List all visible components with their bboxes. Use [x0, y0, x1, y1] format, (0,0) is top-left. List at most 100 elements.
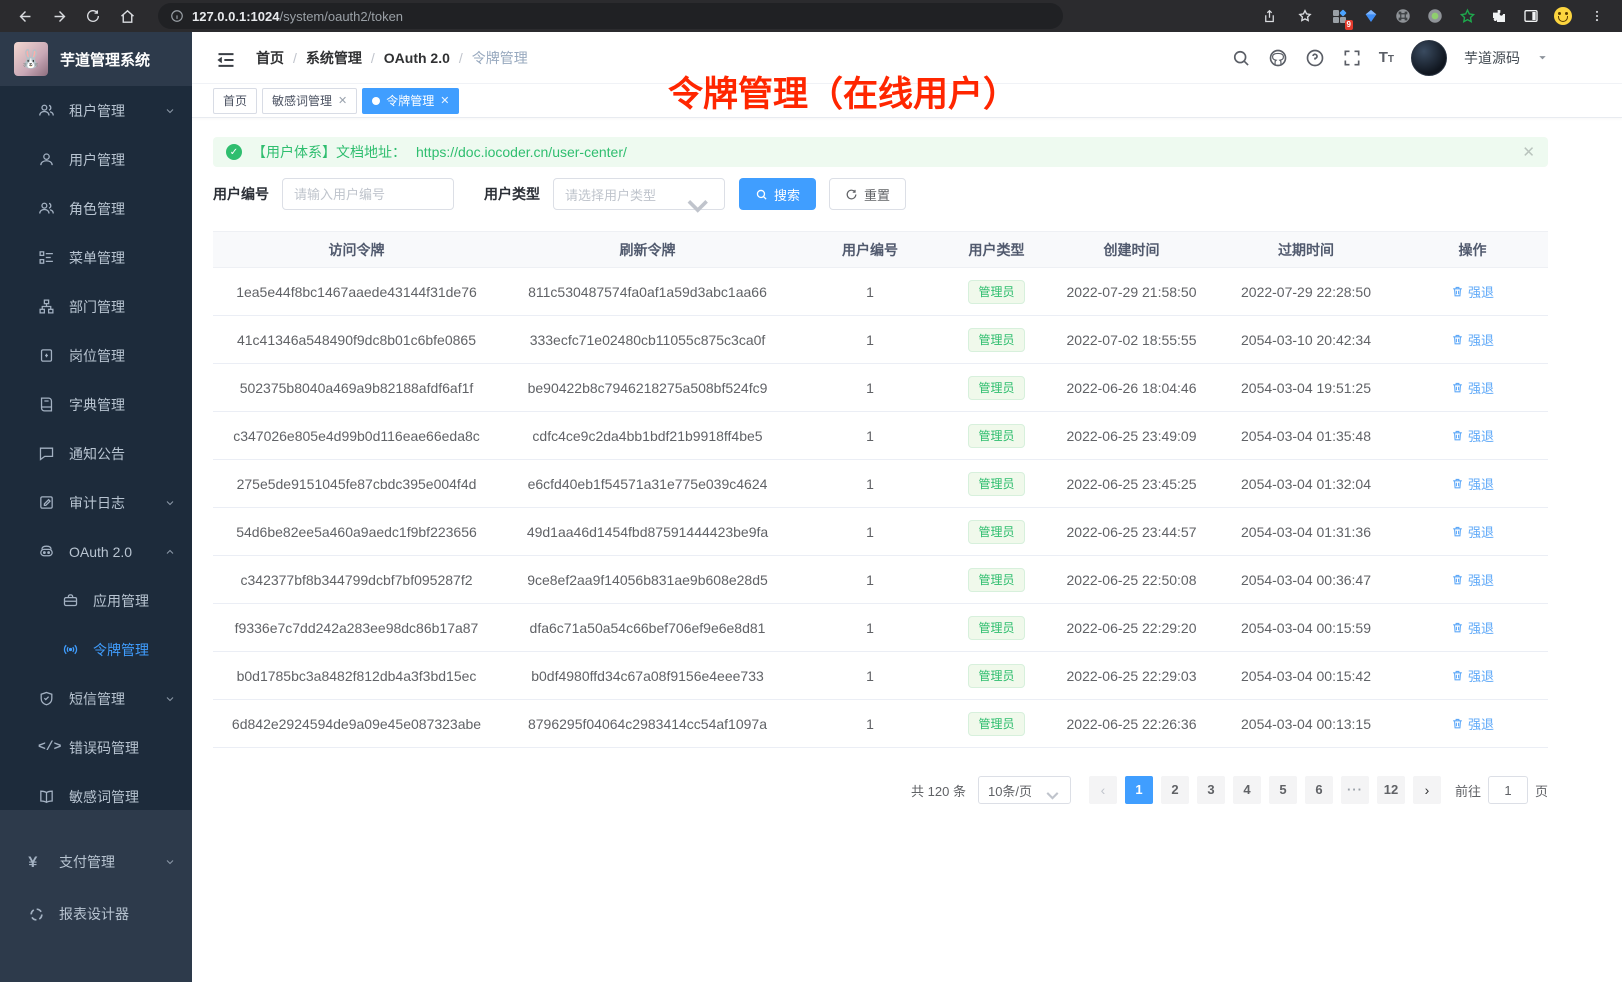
force-logout-button[interactable]: 强退 — [1451, 666, 1494, 685]
user-type-select[interactable]: 请选择用户类型 — [553, 178, 725, 210]
next-page-button[interactable]: › — [1413, 776, 1441, 804]
shield-icon — [38, 690, 55, 707]
access-token-cell: 502375b8040a469a9b82188afdf6af1f — [213, 380, 500, 396]
page-button-3[interactable]: 3 — [1197, 776, 1225, 804]
back-icon[interactable] — [10, 3, 40, 29]
page-button-2[interactable]: 2 — [1161, 776, 1189, 804]
help-icon[interactable] — [1305, 48, 1325, 68]
force-logout-button[interactable]: 强退 — [1451, 618, 1494, 637]
sidebar-item-label: 敏感词管理 — [69, 787, 176, 807]
tag-sensitive[interactable]: 敏感词管理 ✕ — [262, 88, 357, 114]
sidebar-item-menu[interactable]: 菜单管理 — [0, 233, 192, 282]
force-logout-button[interactable]: 强退 — [1451, 426, 1494, 445]
caret-down-icon[interactable] — [1537, 52, 1548, 63]
sidebar-item-errcode[interactable]: </> 错误码管理 — [0, 723, 192, 772]
sidebar-item-post[interactable]: 岗位管理 — [0, 331, 192, 380]
page-button-6[interactable]: 6 — [1305, 776, 1333, 804]
home-icon[interactable] — [112, 3, 142, 29]
page-button-1[interactable]: 1 — [1125, 776, 1153, 804]
annotation-title: 令牌管理（在线用户） — [668, 66, 1018, 117]
command-extension-icon[interactable] — [1390, 3, 1416, 29]
sidebar-item-sms[interactable]: 短信管理 — [0, 674, 192, 723]
menu-fold-icon[interactable] — [216, 50, 236, 66]
sidebar-item-dict[interactable]: 字典管理 — [0, 380, 192, 429]
force-logout-button[interactable]: 强退 — [1451, 570, 1494, 589]
sidebar-item-label: 短信管理 — [69, 689, 150, 709]
address-bar[interactable]: 127.0.0.1:1024/system/oauth2/token — [158, 3, 1063, 29]
sidebar-toggle-icon[interactable] — [1518, 3, 1544, 29]
sidebar-item-oauth[interactable]: OAuth 2.0 — [0, 527, 192, 576]
oauth-icon — [38, 543, 55, 560]
sidebar-item-notice[interactable]: 通知公告 — [0, 429, 192, 478]
expires-cell: 2054-03-04 00:36:47 — [1215, 572, 1397, 588]
gem-extension-icon[interactable] — [1358, 3, 1384, 29]
user-id-cell: 1 — [795, 572, 945, 588]
user-id-input[interactable] — [282, 178, 454, 210]
search-icon[interactable] — [1231, 48, 1251, 68]
expires-cell: 2054-03-04 01:35:48 — [1215, 428, 1397, 444]
username[interactable]: 芋道源码 — [1464, 48, 1520, 68]
fullscreen-icon[interactable] — [1342, 48, 1362, 68]
force-logout-button[interactable]: 强退 — [1451, 474, 1494, 493]
page-ellipsis[interactable]: ··· — [1341, 776, 1369, 804]
bookmark-star-icon[interactable] — [1290, 3, 1320, 29]
force-logout-button[interactable]: 强退 — [1451, 378, 1494, 397]
page-size-select[interactable]: 10条/页 — [978, 776, 1071, 804]
forward-icon[interactable] — [44, 3, 74, 29]
font-size-icon[interactable]: TT — [1379, 49, 1394, 66]
close-icon[interactable]: ✕ — [440, 94, 449, 107]
goto-page-input[interactable] — [1488, 776, 1528, 804]
sidebar-item-label: 报表设计器 — [59, 904, 176, 924]
extensions-grid-icon[interactable]: 9 — [1326, 3, 1352, 29]
table-row: 41c41346a548490f9dc8b01c6bfe0865 333ecfc… — [213, 316, 1548, 364]
browser-menu-icon[interactable] — [1582, 3, 1612, 29]
recorder-extension-icon[interactable] — [1422, 3, 1448, 29]
sidebar-item-pay[interactable]: ¥ 支付管理 — [0, 836, 192, 888]
reset-button[interactable]: 重置 — [829, 178, 906, 210]
search-button[interactable]: 搜索 — [739, 178, 816, 210]
sidebar-item-tenant[interactable]: 租户管理 — [0, 86, 192, 135]
page-button-12[interactable]: 12 — [1377, 776, 1405, 804]
breadcrumb: 首页 / 系统管理 / OAuth 2.0 / 令牌管理 — [256, 48, 528, 68]
force-logout-button[interactable]: 强退 — [1451, 282, 1494, 301]
breadcrumb-oauth[interactable]: OAuth 2.0 — [384, 50, 450, 66]
github-icon[interactable] — [1268, 48, 1288, 68]
page-button-4[interactable]: 4 — [1233, 776, 1261, 804]
close-icon[interactable]: ✕ — [338, 94, 347, 107]
reload-icon[interactable] — [78, 3, 108, 29]
user-type-badge: 管理员 — [968, 328, 1024, 352]
col-access-token: 访问令牌 — [213, 240, 500, 260]
force-logout-button[interactable]: 强退 — [1451, 714, 1494, 733]
emoji-extension-icon[interactable] — [1550, 3, 1576, 29]
green-star-extension-icon[interactable] — [1454, 3, 1480, 29]
page-button-5[interactable]: 5 — [1269, 776, 1297, 804]
sidebar-item-audit[interactable]: 审计日志 — [0, 478, 192, 527]
force-logout-button[interactable]: 强退 — [1451, 330, 1494, 349]
access-token-cell: 6d842e2924594de9a09e45e087323abe — [213, 716, 500, 732]
user-id-cell: 1 — [795, 524, 945, 540]
force-logout-label: 强退 — [1468, 330, 1494, 349]
force-logout-button[interactable]: 强退 — [1451, 522, 1494, 541]
force-logout-label: 强退 — [1468, 282, 1494, 301]
sidebar-item-user[interactable]: 用户管理 — [0, 135, 192, 184]
doc-link[interactable]: https://doc.iocoder.cn/user-center/ — [416, 144, 627, 160]
share-icon[interactable] — [1254, 3, 1284, 29]
app-logo[interactable]: 🐰 芋道管理系统 — [0, 32, 192, 86]
sidebar-item-dept[interactable]: 部门管理 — [0, 282, 192, 331]
sidebar-item-oauth-app[interactable]: 应用管理 — [0, 576, 192, 625]
breadcrumb-system[interactable]: 系统管理 — [306, 48, 362, 68]
alert-close-icon[interactable]: ✕ — [1522, 143, 1535, 161]
dict-icon — [38, 396, 55, 413]
breadcrumb-home[interactable]: 首页 — [256, 48, 284, 68]
tag-token-active[interactable]: 令牌管理 ✕ — [362, 88, 459, 114]
tag-home[interactable]: 首页 — [213, 88, 257, 114]
sidebar-item-role[interactable]: 角色管理 — [0, 184, 192, 233]
sidebar-item-report[interactable]: 报表设计器 — [0, 888, 192, 940]
sidebar-item-oauth-token[interactable]: 令牌管理 — [0, 625, 192, 674]
col-actions: 操作 — [1397, 240, 1548, 260]
refresh-token-cell: 9ce8ef2aa9f14056b831ae9b608e28d5 — [500, 572, 795, 588]
avatar[interactable] — [1411, 40, 1447, 76]
puzzle-extension-icon[interactable] — [1486, 3, 1512, 29]
prev-page-button[interactable]: ‹ — [1089, 776, 1117, 804]
site-info-icon[interactable] — [170, 9, 184, 23]
